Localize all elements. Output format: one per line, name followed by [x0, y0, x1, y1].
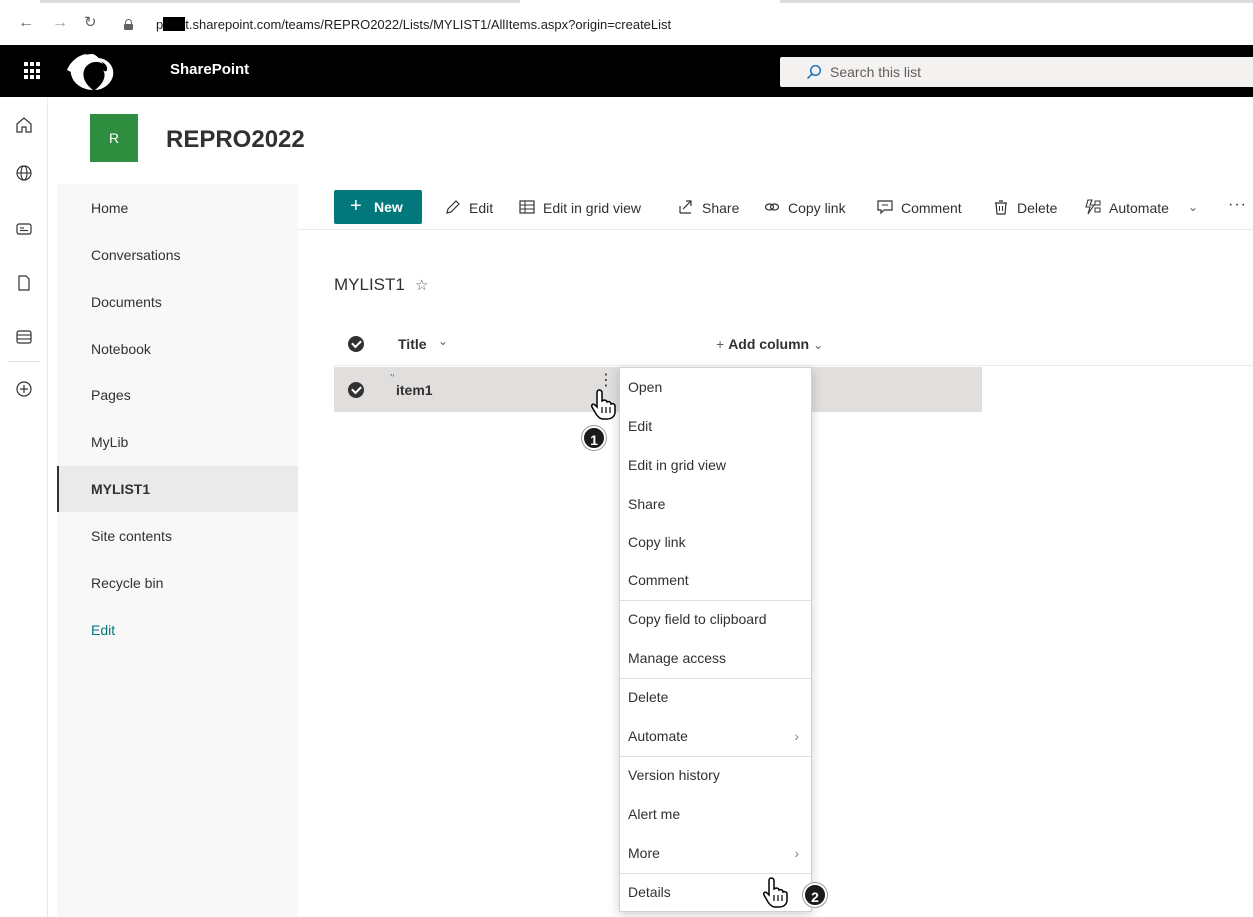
search-icon	[806, 64, 822, 80]
new-button[interactable]: + New	[334, 190, 422, 224]
context-menu: Open Edit Edit in grid view Share Copy l…	[619, 367, 812, 912]
url-text[interactable]: p t.sharepoint.com/teams/REPRO2022/Lists/…	[156, 17, 671, 32]
chevron-down-icon[interactable]: ⌄	[438, 334, 448, 348]
search-input[interactable]	[830, 62, 1230, 82]
menu-item-delete[interactable]: Delete	[620, 678, 811, 717]
nav-item-mylib[interactable]: MyLib	[57, 419, 298, 465]
menu-item-share[interactable]: Share	[620, 485, 811, 524]
menu-item-copy-link[interactable]: Copy link	[620, 523, 811, 562]
hand-cursor-icon	[591, 389, 616, 420]
reload-icon[interactable]: ↻	[84, 14, 97, 32]
menu-item-version-history[interactable]: Version history	[620, 756, 811, 795]
nav-item-mylist1[interactable]: MYLIST1	[57, 466, 298, 512]
site-logo[interactable]: R	[90, 114, 138, 162]
menu-item-more[interactable]: More ›	[620, 834, 811, 873]
list-title: MYLIST1	[334, 275, 405, 294]
menu-item-comment[interactable]: Comment	[620, 561, 811, 600]
plus-icon: +	[350, 195, 362, 217]
tab-strip-edge	[0, 0, 1253, 3]
add-column-button[interactable]: + Add column ⌄	[716, 336, 823, 352]
annotation-step-1: 1	[582, 426, 606, 450]
left-navigation: Home Conversations Documents Notebook Pa…	[57, 184, 298, 917]
plus-icon: +	[716, 336, 725, 352]
new-item-sparkle-icon: ’‘	[390, 373, 395, 384]
news-icon[interactable]	[14, 219, 34, 239]
nav-item-notebook[interactable]: Notebook	[57, 326, 298, 372]
menu-item-copy-field[interactable]: Copy field to clipboard	[620, 600, 811, 639]
annotation-step-2: 2	[803, 883, 827, 907]
menu-item-open[interactable]: Open	[620, 368, 811, 407]
command-bar: + New Edit Edit in grid view Share Copy …	[298, 184, 1253, 230]
list-header-row: Title ⌄ + Add column ⌄	[334, 322, 1253, 366]
site-title[interactable]: REPRO2022	[166, 126, 305, 154]
link-icon	[764, 203, 780, 211]
share-icon	[679, 200, 692, 214]
chevron-down-icon: ⌄	[813, 338, 824, 352]
more-commands-icon[interactable]: ···	[1228, 196, 1247, 214]
nav-item-pages[interactable]: Pages	[57, 372, 298, 418]
organization-logo-icon[interactable]	[63, 50, 123, 94]
create-plus-icon[interactable]	[14, 379, 34, 399]
automate-flow-icon	[1085, 199, 1101, 215]
menu-item-automate[interactable]: Automate ›	[620, 717, 811, 756]
nav-item-home[interactable]: Home	[57, 185, 298, 231]
menu-item-alert-me[interactable]: Alert me	[620, 795, 811, 834]
lock-icon	[124, 19, 133, 30]
back-arrow-icon[interactable]: ←	[18, 14, 34, 32]
browser-toolbar: ← → ↻ p t.sharepoint.com/teams/REPRO2022/…	[0, 0, 1253, 45]
search-box[interactable]	[780, 57, 1253, 87]
nav-item-site-contents[interactable]: Site contents	[57, 513, 298, 559]
row-select-check-icon[interactable]	[348, 382, 364, 398]
redaction-box	[163, 17, 186, 31]
app-bar-divider	[8, 361, 40, 362]
sharepoint-app-name[interactable]: SharePoint	[170, 61, 249, 78]
column-header-title[interactable]: Title	[398, 336, 427, 352]
nav-item-documents[interactable]: Documents	[57, 279, 298, 325]
favorite-star-icon[interactable]: ☆	[415, 276, 428, 294]
forward-arrow-icon[interactable]: →	[52, 14, 68, 32]
app-bar	[0, 97, 48, 917]
address-bar[interactable]: p t.sharepoint.com/teams/REPRO2022/Lists/…	[112, 12, 1253, 38]
globe-icon[interactable]	[14, 163, 34, 183]
lists-icon[interactable]	[14, 327, 34, 347]
trash-icon	[995, 200, 1007, 215]
menu-item-edit-grid-view[interactable]: Edit in grid view	[620, 446, 811, 485]
more-actions-icon[interactable]: ⋮	[598, 373, 614, 389]
select-all-check-icon[interactable]	[348, 336, 364, 352]
chevron-right-icon: ›	[794, 845, 799, 861]
grid-icon	[519, 200, 535, 214]
pencil-icon	[446, 200, 460, 214]
menu-item-edit[interactable]: Edit	[620, 407, 811, 446]
item-title[interactable]: item1	[396, 382, 433, 398]
chevron-right-icon: ›	[794, 728, 799, 744]
chevron-down-icon: ⌄	[1188, 200, 1199, 214]
comment-icon	[877, 200, 893, 215]
menu-item-manage-access[interactable]: Manage access	[620, 639, 811, 678]
suite-bar: SharePoint	[0, 45, 1253, 97]
document-icon[interactable]	[14, 273, 34, 293]
nav-item-conversations[interactable]: Conversations	[57, 232, 298, 278]
nav-item-recycle-bin[interactable]: Recycle bin	[57, 560, 298, 606]
nav-edit-link[interactable]: Edit	[57, 607, 298, 653]
hand-cursor-icon	[763, 877, 788, 908]
app-launcher-icon[interactable]	[24, 62, 42, 80]
home-icon[interactable]	[14, 115, 34, 135]
